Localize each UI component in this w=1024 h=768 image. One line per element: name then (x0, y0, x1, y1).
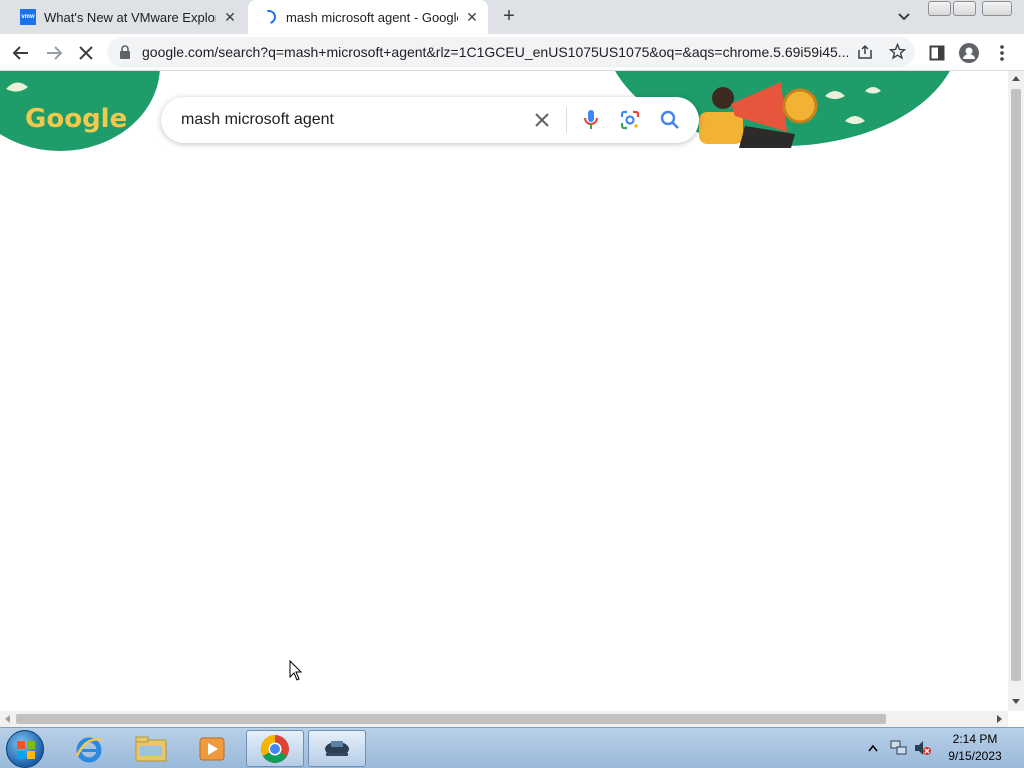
side-panel-button[interactable] (926, 42, 948, 64)
volume-muted-icon[interactable] (914, 740, 932, 756)
search-box[interactable] (161, 97, 699, 143)
media-player-icon (199, 737, 225, 760)
vertical-scrollbar[interactable] (1008, 71, 1024, 711)
close-window-button[interactable] (982, 1, 1012, 16)
folder-icon (135, 736, 167, 761)
horizontal-scrollbar[interactable] (0, 711, 1008, 727)
forward-arrow-icon (47, 46, 63, 60)
kebab-menu-icon (1000, 45, 1004, 61)
address-bar[interactable]: google.com/search?q=mash+microsoft+agent… (107, 37, 915, 67)
horizontal-scroll-thumb[interactable] (16, 714, 886, 724)
windows-logo-icon (17, 741, 35, 759)
app-window-icon (325, 740, 349, 756)
clock-time[interactable]: 2:14 PM (945, 732, 1005, 746)
taskbar-app[interactable] (308, 730, 366, 767)
taskbar-media-player[interactable] (183, 730, 241, 767)
taskbar-internet-explorer[interactable] (60, 730, 118, 767)
search-icon (660, 110, 679, 129)
clock-date[interactable]: 9/15/2023 (940, 749, 1010, 763)
forward-button[interactable] (43, 42, 65, 64)
new-tab-button[interactable]: + (499, 6, 519, 28)
back-arrow-icon (12, 46, 28, 60)
share-icon[interactable] (857, 44, 873, 60)
lock-icon[interactable] (119, 45, 131, 59)
bookmark-star-icon[interactable] (889, 43, 906, 60)
side-panel-icon (929, 45, 945, 61)
close-icon (535, 113, 549, 127)
restore-button[interactable] (953, 1, 976, 16)
network-icon[interactable] (890, 740, 908, 756)
search-input[interactable] (181, 109, 521, 131)
mouse-cursor-icon (289, 660, 303, 681)
back-button[interactable] (10, 42, 32, 64)
url-text: google.com/search?q=mash+microsoft+agent… (142, 44, 850, 60)
search-divider (566, 107, 567, 133)
show-hidden-icons-chevron-icon[interactable] (868, 744, 878, 752)
google-lens-icon (620, 110, 640, 130)
taskbar-chrome[interactable] (246, 730, 304, 767)
scroll-down-arrow-icon[interactable] (1012, 697, 1020, 705)
scroll-right-arrow-icon[interactable] (995, 715, 1003, 723)
taskbar-windows-explorer[interactable] (122, 730, 180, 767)
lens-search-button[interactable] (619, 109, 641, 131)
vmware-favicon-icon: vmw (20, 9, 36, 25)
chrome-icon (261, 734, 289, 763)
windows-taskbar: 2:14 PM 9/15/2023 (0, 727, 1024, 768)
loading-spinner-icon (259, 7, 279, 27)
tab-vmware[interactable]: vmw What's New at VMware Explore 2 ✕ (8, 0, 246, 34)
profile-avatar-icon (959, 43, 979, 63)
chrome-menu-button[interactable] (991, 42, 1013, 64)
tab-search-chevron-icon[interactable] (896, 10, 912, 24)
browser-toolbar: google.com/search?q=mash+microsoft+agent… (0, 34, 1024, 71)
doodle-illustration-icon[interactable] (695, 76, 895, 148)
google-doodle-logo[interactable]: Google (25, 104, 127, 134)
internet-explorer-icon (75, 737, 103, 762)
vertical-scroll-thumb[interactable] (1011, 89, 1021, 681)
tab-title: mash microsoft agent - Google S (286, 9, 458, 25)
search-submit-button[interactable] (659, 109, 681, 131)
start-button[interactable] (6, 730, 44, 768)
minimize-button[interactable] (928, 1, 951, 16)
close-tab-icon[interactable]: ✕ (222, 9, 238, 25)
tab-google-search[interactable]: mash microsoft agent - Google S ✕ (248, 0, 488, 34)
close-tab-icon[interactable]: ✕ (464, 9, 480, 25)
tab-strip: vmw What's New at VMware Explore 2 ✕ mas… (0, 0, 1024, 34)
scroll-left-arrow-icon[interactable] (4, 715, 12, 723)
voice-search-button[interactable] (580, 109, 602, 131)
tab-title: What's New at VMware Explore 2 (44, 9, 216, 25)
scroll-up-arrow-icon[interactable] (1012, 75, 1020, 83)
stop-icon (79, 46, 93, 60)
stop-loading-button[interactable] (75, 42, 97, 64)
clear-search-button[interactable] (531, 109, 553, 131)
doodle-bird-icon (6, 82, 28, 92)
microphone-icon (584, 110, 598, 129)
profile-button[interactable] (958, 42, 980, 64)
page-content: Google (0, 71, 1008, 711)
